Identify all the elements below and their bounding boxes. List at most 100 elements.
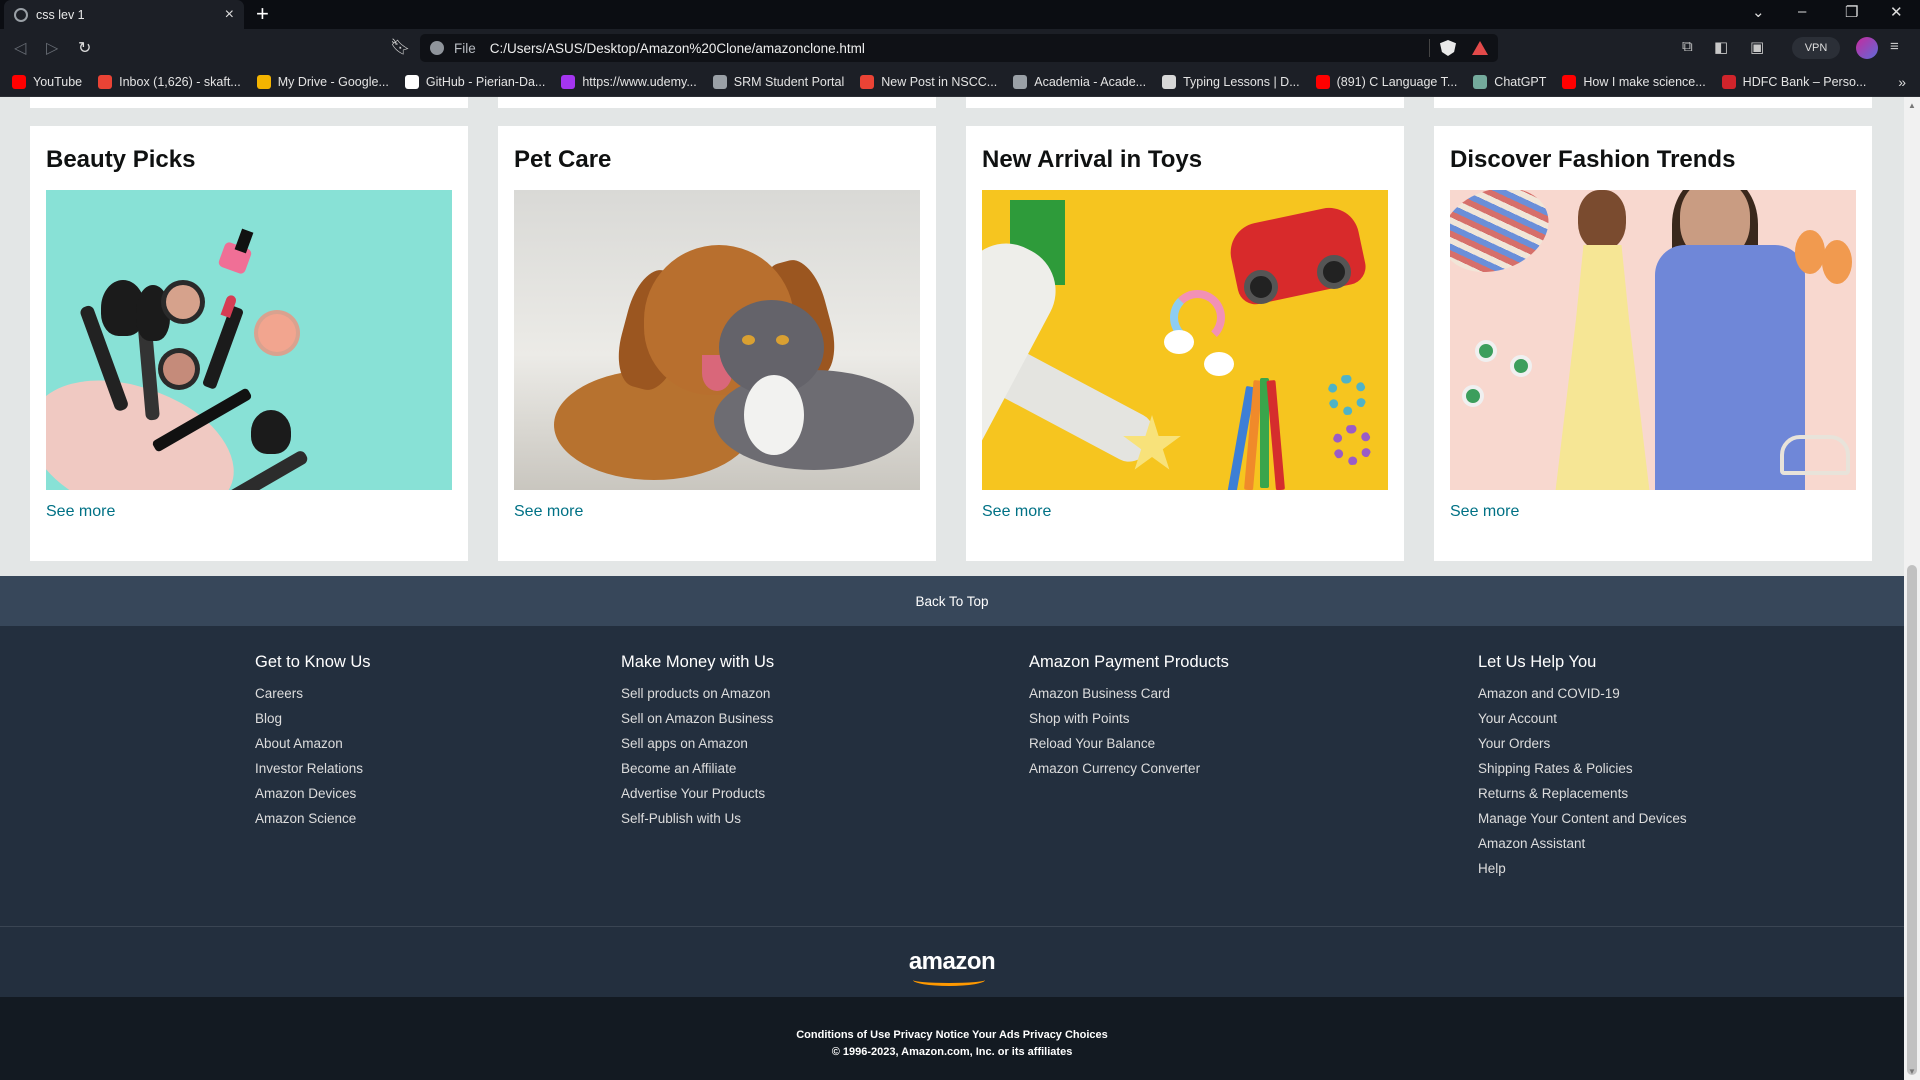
polish-cap: [234, 228, 254, 254]
footer-link[interactable]: Manage Your Content and Devices: [1478, 806, 1687, 831]
sidebar-icon[interactable]: ◧: [1714, 38, 1728, 56]
previous-card: [30, 97, 468, 108]
bookmark-item[interactable]: SRM Student Portal: [712, 74, 844, 89]
scroll-down-icon[interactable]: ▼: [1908, 1067, 1916, 1076]
footer-link[interactable]: Amazon Currency Converter: [1029, 756, 1229, 781]
more-bookmarks-icon[interactable]: »: [1898, 74, 1906, 90]
bookmark-item[interactable]: HDFC Bank – Perso...: [1721, 74, 1866, 89]
address-bar[interactable]: File C:/Users/ASUS/Desktop/Amazon%20Clon…: [420, 34, 1498, 62]
flower-toy: [1327, 375, 1367, 415]
footer-link[interactable]: Sell on Amazon Business: [621, 706, 774, 731]
footer-link[interactable]: Amazon Devices: [255, 781, 371, 806]
brave-shield-icon[interactable]: [1440, 40, 1456, 56]
bookmarks-bar: YouTube Inbox (1,626) - skaft... My Drive …: [0, 67, 1920, 97]
see-more-link[interactable]: See more: [46, 503, 115, 521]
footer-link[interactable]: Sell products on Amazon: [621, 681, 774, 706]
footer-link[interactable]: Amazon Business Card: [1029, 681, 1229, 706]
see-more-link[interactable]: See more: [1450, 503, 1519, 521]
footer-column-make-money: Make Money with Us Sell products on Amaz…: [621, 653, 774, 831]
footer-link[interactable]: Blog: [255, 706, 371, 731]
close-icon[interactable]: ×: [225, 6, 234, 23]
footer-link[interactable]: Returns & Replacements: [1478, 781, 1687, 806]
footer-link[interactable]: Careers: [255, 681, 371, 706]
footer-link[interactable]: Amazon Assistant: [1478, 831, 1687, 856]
page-viewport: Beauty Picks See more Pet Care See more …: [0, 97, 1904, 1080]
footer-link[interactable]: Your Account: [1478, 706, 1687, 731]
page-scrollbar[interactable]: ▲ ▼: [1904, 97, 1920, 1080]
amazon-logo[interactable]: amazon: [909, 948, 996, 986]
vpn-button[interactable]: VPN: [1792, 37, 1840, 59]
footer-link[interactable]: Amazon Science: [255, 806, 371, 831]
blush-compact: [254, 310, 300, 356]
back-icon[interactable]: ◁: [14, 38, 26, 58]
brave-rewards-icon[interactable]: [1472, 41, 1488, 55]
bookmark-item[interactable]: How I make science...: [1562, 74, 1706, 89]
footer-link[interactable]: Amazon and COVID-19: [1478, 681, 1687, 706]
legal-links[interactable]: Conditions of Use Privacy Notice Your Ad…: [0, 1027, 1904, 1044]
bookmark-item[interactable]: https://www.udemy...: [561, 74, 697, 89]
bookmark-item[interactable]: (891) C Language T...: [1315, 74, 1457, 89]
bookmark-label: Inbox (1,626) - skaft...: [119, 74, 241, 89]
bookmark-item[interactable]: New Post in NSCC...: [860, 74, 998, 89]
bookmark-item[interactable]: Inbox (1,626) - skaft...: [98, 74, 241, 89]
model-one-head: [1578, 190, 1626, 250]
extensions-icon[interactable]: ⧉: [1682, 38, 1693, 55]
bookmark-label: New Post in NSCC...: [881, 74, 998, 89]
footer-link[interactable]: Become an Affiliate: [621, 756, 774, 781]
logo-smile-icon: [912, 974, 985, 986]
bookmark-item[interactable]: GitHub - Pierian-Da...: [404, 74, 545, 89]
copyright-text: © 1996-2023, Amazon.com, Inc. or its aff…: [831, 1046, 1073, 1058]
window-close-icon[interactable]: ✕: [1890, 3, 1903, 21]
fashion-image[interactable]: [1450, 190, 1856, 490]
footer-heading: Amazon Payment Products: [1029, 653, 1229, 671]
omnibox-divider: [1429, 39, 1430, 57]
beauty-picks-card: Beauty Picks See more: [30, 126, 468, 561]
yellow-dress: [1555, 245, 1650, 490]
footer-link[interactable]: Advertise Your Products: [621, 781, 774, 806]
new-tab-button[interactable]: +: [256, 3, 269, 25]
footer-link[interactable]: Reload Your Balance: [1029, 731, 1229, 756]
footer-link[interactable]: Sell apps on Amazon: [621, 731, 774, 756]
browser-toolbar: ◁ ▷ ↻ 🔖︎ File C:/Users/ASUS/Desktop/Amaz…: [0, 29, 1920, 67]
scroll-up-icon[interactable]: ▲: [1908, 101, 1916, 110]
url-text[interactable]: C:/Users/ASUS/Desktop/Amazon%20Clone/ama…: [490, 41, 865, 56]
bookmark-item[interactable]: Academia - Acade...: [1013, 74, 1146, 89]
footer-link[interactable]: Shipping Rates & Policies: [1478, 756, 1687, 781]
menu-icon[interactable]: ≡: [1890, 38, 1899, 55]
bookmark-item[interactable]: My Drive - Google...: [256, 74, 389, 89]
wallet-icon[interactable]: ▣: [1750, 38, 1764, 56]
bookmark-item[interactable]: YouTube: [12, 74, 82, 89]
reload-icon[interactable]: ↻: [78, 38, 91, 58]
footer-link[interactable]: Self-Publish with Us: [621, 806, 774, 831]
back-to-top-button[interactable]: Back To Top: [0, 576, 1904, 626]
scrollbar-thumb[interactable]: [1907, 565, 1917, 1075]
footer-link[interactable]: Your Orders: [1478, 731, 1687, 756]
typing-icon: [1162, 74, 1177, 89]
car-wheel: [1317, 255, 1351, 289]
bookmark-icon[interactable]: 🔖︎: [390, 37, 410, 57]
info-icon[interactable]: [430, 41, 444, 55]
bookmark-label: https://www.udemy...: [582, 74, 697, 89]
minimize-icon[interactable]: –: [1798, 3, 1806, 20]
see-more-link[interactable]: See more: [982, 503, 1051, 521]
forward-icon[interactable]: ▷: [46, 38, 58, 58]
beauty-products-image[interactable]: [46, 190, 452, 490]
footer-link[interactable]: About Amazon: [255, 731, 371, 756]
see-more-link[interactable]: See more: [514, 503, 583, 521]
bookmark-item[interactable]: ChatGPT: [1473, 74, 1546, 89]
makeup-brush: [224, 448, 310, 490]
restore-icon[interactable]: ❐: [1845, 3, 1858, 21]
footer-link[interactable]: Shop with Points: [1029, 706, 1229, 731]
profile-avatar[interactable]: [1856, 37, 1878, 59]
footer-column-payment-products: Amazon Payment Products Amazon Business …: [1029, 653, 1229, 781]
footer-link[interactable]: Help: [1478, 856, 1687, 881]
pet-care-image[interactable]: [514, 190, 920, 490]
bookmark-label: How I make science...: [1583, 74, 1706, 89]
toys-image[interactable]: [982, 190, 1388, 490]
cat-eye: [742, 335, 755, 345]
footer-link[interactable]: Investor Relations: [255, 756, 371, 781]
footer-heading: Get to Know Us: [255, 653, 371, 671]
bookmark-item[interactable]: Typing Lessons | D...: [1162, 74, 1300, 89]
active-tab[interactable]: css lev 1 ×: [4, 0, 244, 29]
tab-search-icon[interactable]: ⌄: [1752, 3, 1765, 21]
